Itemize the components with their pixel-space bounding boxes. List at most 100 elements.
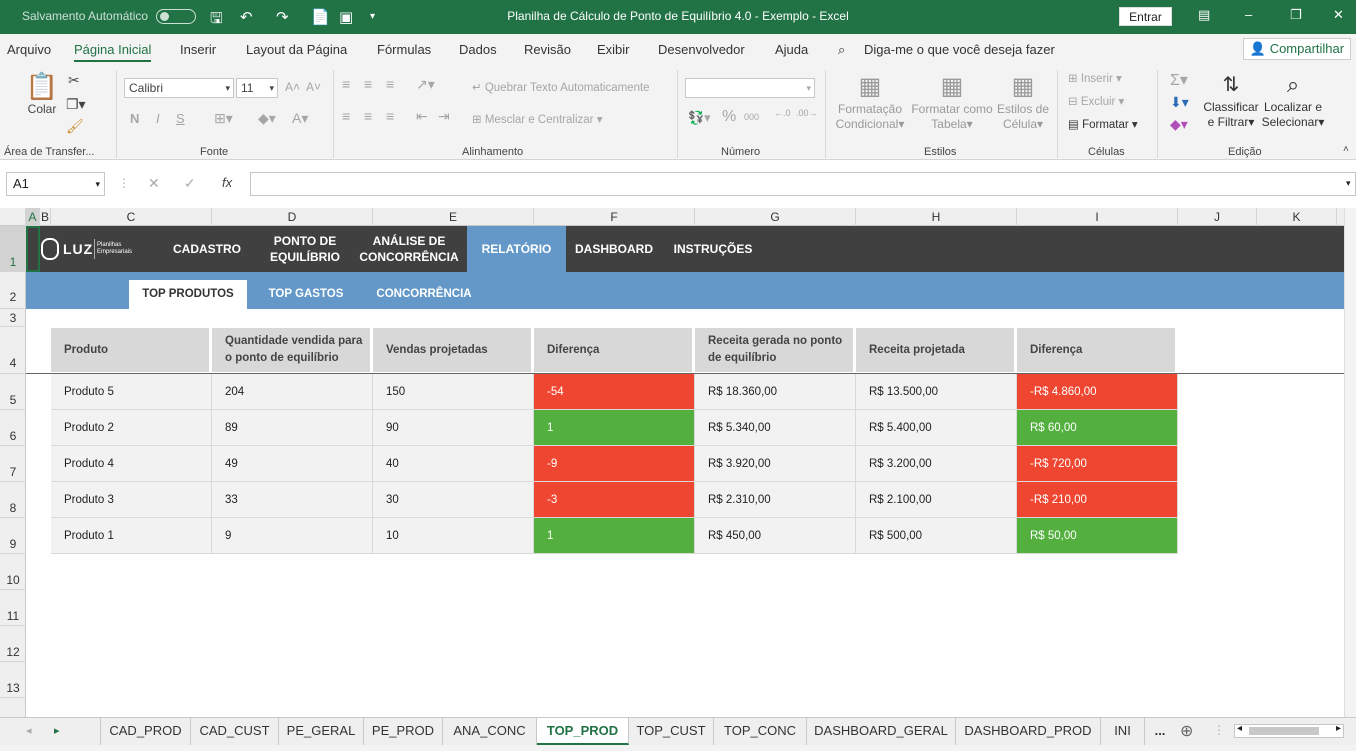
subtab-top-gastos[interactable]: TOP GASTOS [258,280,354,309]
align-middle-icon[interactable]: ≡ [364,76,372,92]
col-header-e[interactable]: E [373,208,534,226]
cell-quantidade[interactable]: 89 [212,410,373,446]
cell-receita-projetada[interactable]: R$ 3.200,00 [856,446,1017,482]
format-painter-icon[interactable]: 🖌 [66,118,84,135]
row-header[interactable]: 9 [0,518,26,554]
autosum-icon[interactable]: Σ▾ [1170,70,1188,90]
format-cells-button[interactable]: ▤ Formatar ▾ [1068,117,1138,131]
row-header[interactable]: 11 [0,590,26,626]
sign-in-button[interactable]: Entrar [1119,7,1172,26]
borders-icon[interactable]: ⊞▾ [214,110,233,127]
cell-receita-pe[interactable]: R$ 18.360,00 [695,374,856,410]
share-button[interactable]: 👤 Compartilhar [1243,38,1351,60]
cell-diferenca-qtd[interactable]: 1 [534,518,695,554]
scroll-thumb[interactable] [1249,727,1319,735]
cell-diferenca-receita[interactable]: -R$ 210,00 [1017,482,1178,518]
cell-receita-pe[interactable]: R$ 2.310,00 [695,482,856,518]
thousands-icon[interactable]: 000 [744,112,759,122]
find-select-button[interactable]: ⌕ Localizar e Selecionar▾ [1260,70,1326,130]
row-header[interactable]: 7 [0,446,26,482]
confirm-icon[interactable]: ✓ [184,175,196,192]
menu-formulas[interactable]: Fórmulas [377,42,431,57]
row-header[interactable]: 5 [0,374,26,410]
vertical-scrollbar[interactable] [1344,208,1356,717]
align-left-icon[interactable]: ≡ [342,108,350,124]
tell-me-input[interactable]: Diga-me o que você deseja fazer [864,42,1055,57]
cell-diferenca-qtd[interactable]: 1 [534,410,695,446]
menu-desenvolvedor[interactable]: Desenvolvedor [658,42,745,57]
cell-diferenca-qtd[interactable]: -9 [534,446,695,482]
row-header[interactable]: 6 [0,410,26,446]
nav-instrucoes[interactable]: INSTRUÇÕES [671,226,755,272]
cell-diferenca-qtd[interactable]: -54 [534,374,695,410]
row-header[interactable]: 4 [0,327,26,374]
cell-styles-button[interactable]: ▦ Estilos de Célula▾ [996,72,1050,132]
scroll-right-icon[interactable]: ▸ [1336,723,1341,734]
menu-layout[interactable]: Layout da Página [246,42,347,57]
sheet-tab-top-cust[interactable]: TOP_CUST [629,718,714,745]
col-header-h[interactable]: H [856,208,1017,226]
col-header-g[interactable]: G [695,208,856,226]
selected-cell-a1[interactable] [26,226,40,272]
restore-icon[interactable]: ❐ [1290,7,1302,23]
cell-diferenca-receita[interactable]: R$ 50,00 [1017,518,1178,554]
delete-cells-button[interactable]: ⊟ Excluir ▾ [1068,94,1124,108]
cell-quantidade[interactable]: 204 [212,374,373,410]
nav-cadastro[interactable]: CADASTRO [166,226,248,272]
col-header-i[interactable]: I [1017,208,1178,226]
cell-receita-pe[interactable]: R$ 5.340,00 [695,410,856,446]
cell-quantidade[interactable]: 9 [212,518,373,554]
row-header[interactable]: 10 [0,554,26,590]
menu-arquivo[interactable]: Arquivo [7,42,51,57]
increase-indent-icon[interactable]: ⇥ [438,108,450,125]
menu-revisao[interactable]: Revisão [524,42,571,57]
copy-icon[interactable]: ❐▾ [66,96,86,113]
italic-button[interactable]: I [156,111,160,126]
col-header-k[interactable]: K [1257,208,1337,226]
cell-receita-projetada[interactable]: R$ 5.400,00 [856,410,1017,446]
nav-ponto-equilibrio[interactable]: PONTO DE EQUILÍBRIO [260,226,350,272]
cell-vendas[interactable]: 150 [373,374,534,410]
col-header-c[interactable]: C [51,208,212,226]
sheet-tab-cad-cust[interactable]: CAD_CUST [191,718,279,745]
cell-receita-projetada[interactable]: R$ 13.500,00 [856,374,1017,410]
font-color-icon[interactable]: A▾ [292,110,308,127]
menu-dados[interactable]: Dados [459,42,497,57]
font-name-select[interactable]: Calibri ▾ [124,78,234,98]
add-sheet-icon[interactable]: ⊕ [1180,721,1193,741]
cell-vendas[interactable]: 90 [373,410,534,446]
wrap-text-button[interactable]: ↵ Quebrar Texto Automaticamente [472,80,650,94]
underline-button[interactable]: S [176,111,185,126]
cell-receita-projetada[interactable]: R$ 2.100,00 [856,482,1017,518]
cell-quantidade[interactable]: 49 [212,446,373,482]
decrease-decimal-icon[interactable]: .00→ [796,108,818,118]
scroll-tabs-right-icon[interactable]: ▸ [54,724,60,737]
shrink-font-icon[interactable]: A˅ [306,80,321,94]
sort-filter-button[interactable]: ⇅ Classificar e Filtrar▾ [1202,70,1260,130]
select-all-corner[interactable] [0,208,26,226]
nav-relatorio[interactable]: RELATÓRIO [467,226,566,272]
col-header-b[interactable]: B [40,208,51,226]
fill-color-icon[interactable]: ◆▾ [258,110,276,127]
cell-produto[interactable]: Produto 2 [51,410,212,446]
cell-produto[interactable]: Produto 3 [51,482,212,518]
sheet-tab-ini[interactable]: INI [1101,718,1145,745]
cell-diferenca-receita[interactable]: R$ 60,00 [1017,410,1178,446]
scroll-left-icon[interactable]: ◂ [1237,723,1242,734]
horizontal-scrollbar[interactable]: ◂ ▸ [1234,723,1344,738]
row-header[interactable]: 12 [0,626,26,662]
sheet-tab-ana-conc[interactable]: ANA_CONC [443,718,537,745]
cell-receita-projetada[interactable]: R$ 500,00 [856,518,1017,554]
collapse-ribbon-icon[interactable]: ˄ [1343,144,1349,155]
conditional-format-button[interactable]: ▦ Formatação Condicional▾ [832,72,908,132]
row-header[interactable]: 2 [0,272,26,309]
sheet-tab-dashboard-geral[interactable]: DASHBOARD_GERAL [807,718,956,745]
cell-quantidade[interactable]: 33 [212,482,373,518]
sheet-tab-pe-prod[interactable]: PE_PROD [364,718,443,745]
scroll-tabs-left-icon[interactable]: ◂ [26,724,32,737]
menu-inserir[interactable]: Inserir [180,42,216,57]
sheet-tab-pe-geral[interactable]: PE_GERAL [279,718,364,745]
ribbon-display-icon[interactable]: ▤ [1198,7,1210,23]
number-format-select[interactable]: ▾ [685,78,815,98]
cell-vendas[interactable]: 30 [373,482,534,518]
